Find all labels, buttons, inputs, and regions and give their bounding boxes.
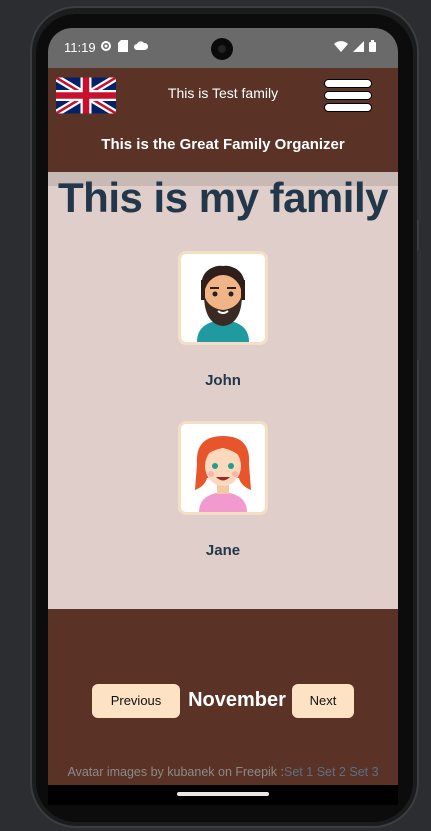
month-navigation-area: Previous November Next Avatar images by … bbox=[48, 609, 398, 805]
set-3-link[interactable]: Set 3 bbox=[349, 765, 378, 779]
signal-icon bbox=[353, 40, 364, 52]
current-month: November bbox=[188, 689, 286, 711]
volume-button bbox=[417, 250, 421, 360]
battery-icon bbox=[369, 40, 376, 52]
sd-card-icon bbox=[118, 40, 128, 52]
front-camera bbox=[211, 38, 233, 60]
member-avatar-john[interactable] bbox=[178, 251, 268, 345]
member-name-john: John bbox=[205, 372, 241, 389]
app-subtitle: This is the Great Family Organizer bbox=[101, 136, 345, 153]
home-gesture-bar[interactable] bbox=[177, 792, 269, 796]
set-1-link[interactable]: Set 1 bbox=[284, 765, 313, 779]
page-title: This is my family bbox=[58, 174, 388, 221]
family-content: This is my family John Jane bbox=[48, 172, 398, 609]
wifi-icon bbox=[334, 40, 348, 52]
app-header: This is Test family This is the Great Fa… bbox=[48, 68, 398, 172]
status-bar: 11:19 bbox=[48, 28, 398, 68]
member-avatar-jane[interactable] bbox=[178, 421, 268, 515]
member-name-jane: Jane bbox=[205, 542, 241, 559]
next-button[interactable]: Next bbox=[292, 684, 354, 718]
credits-text: Avatar images by kubanek on Freepik : bbox=[67, 765, 285, 779]
hamburger-menu-icon[interactable] bbox=[324, 79, 372, 113]
avatar-credits: Avatar images by kubanek on Freepik :Set… bbox=[48, 765, 398, 779]
cloud-icon bbox=[134, 41, 148, 50]
status-time: 11:19 bbox=[64, 40, 96, 55]
family-name: This is Test family bbox=[167, 85, 279, 101]
red-haired-girl-avatar bbox=[195, 436, 251, 512]
app-screen: 11:19 This is Test family This is the Gr… bbox=[48, 28, 398, 805]
bearded-man-avatar bbox=[197, 265, 249, 342]
previous-button[interactable]: Previous bbox=[92, 684, 180, 718]
system-nav-bar bbox=[48, 785, 398, 805]
uk-flag-icon[interactable] bbox=[56, 77, 116, 114]
power-button bbox=[417, 160, 421, 220]
settings-icon bbox=[101, 41, 111, 51]
set-2-link[interactable]: Set 2 bbox=[317, 765, 346, 779]
